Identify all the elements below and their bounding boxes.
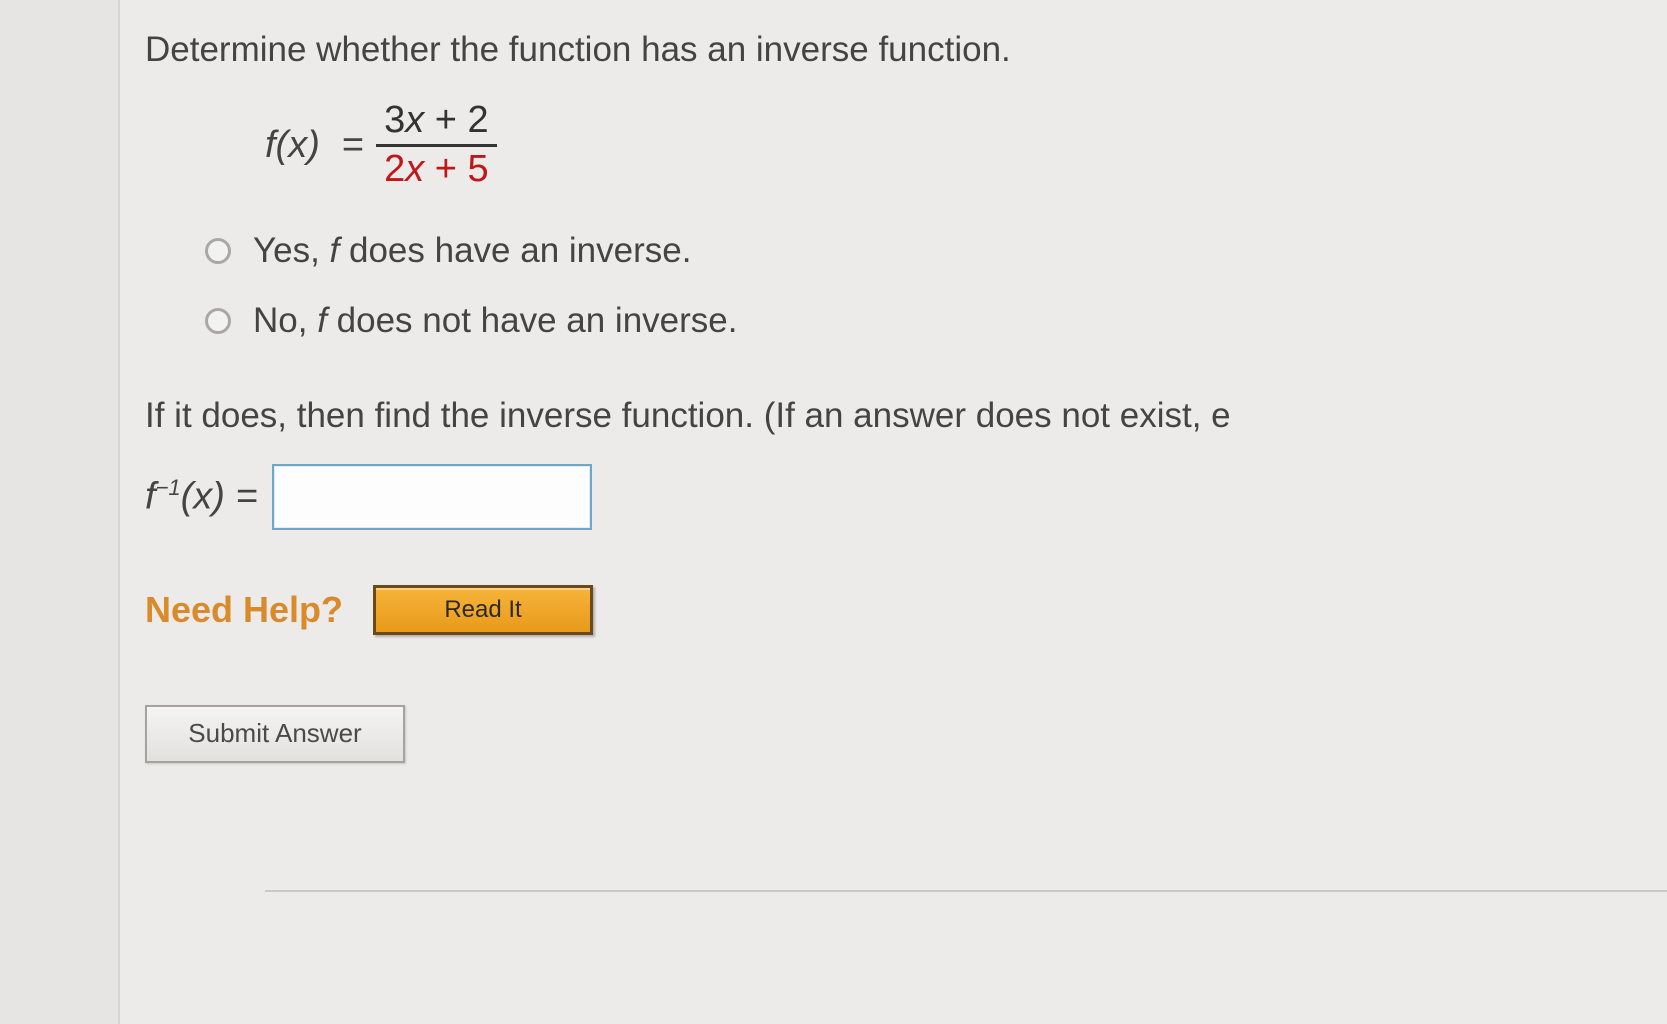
formula-fraction: 3x + 2 2x + 5 <box>376 100 497 191</box>
read-it-button[interactable]: Read It <box>373 585 593 635</box>
inverse-answer-row: f−1(x) = <box>145 464 1667 530</box>
submit-label: Submit Answer <box>188 718 361 749</box>
inverse-answer-input[interactable] <box>272 464 592 530</box>
question-content: Determine whether the function has an in… <box>145 30 1667 763</box>
prompt-text-1: Determine whether the function has an in… <box>145 30 1667 70</box>
inverse-label: f−1(x) = <box>145 475 258 519</box>
option-fn: f <box>317 301 327 340</box>
option-prefix: No, <box>253 301 317 340</box>
left-gutter <box>0 0 120 1024</box>
option-rest: does have an inverse. <box>339 231 691 270</box>
formula-lhs: f(x) <box>265 124 320 167</box>
option-label: No, f does not have an inverse. <box>253 301 738 341</box>
submit-answer-button[interactable]: Submit Answer <box>145 705 405 763</box>
option-fn: f <box>330 231 340 270</box>
inverse-sup: −1 <box>156 475 181 500</box>
option-yes[interactable]: Yes, f does have an inverse. <box>205 231 1667 271</box>
radio-icon[interactable] <box>205 238 231 264</box>
need-help-label: Need Help? <box>145 589 343 631</box>
formula-numerator: 3x + 2 <box>376 100 497 144</box>
option-label: Yes, f does have an inverse. <box>253 231 691 271</box>
radio-options: Yes, f does have an inverse. No, f does … <box>205 231 1667 341</box>
option-prefix: Yes, <box>253 231 330 270</box>
submit-row: Submit Answer <box>145 705 1667 763</box>
formula-denominator: 2x + 5 <box>376 144 497 191</box>
inverse-f: f <box>145 475 156 517</box>
radio-icon[interactable] <box>205 308 231 334</box>
formula-equals: = <box>342 124 364 167</box>
read-it-label: Read It <box>444 596 521 624</box>
prompt-text-2: If it does, then find the inverse functi… <box>145 396 1667 436</box>
need-help-row: Need Help? Read It <box>145 585 1667 635</box>
option-rest: does not have an inverse. <box>327 301 738 340</box>
function-formula: f(x) = 3x + 2 2x + 5 <box>265 100 1667 191</box>
section-divider <box>265 890 1667 892</box>
option-no[interactable]: No, f does not have an inverse. <box>205 301 1667 341</box>
page-root: Determine whether the function has an in… <box>0 0 1667 1024</box>
inverse-xeq: (x) = <box>181 475 258 517</box>
